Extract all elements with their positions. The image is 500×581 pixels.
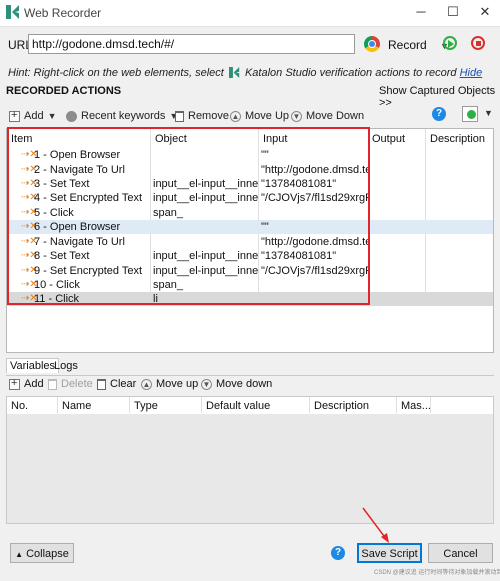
arrow-down-icon: ▼: [201, 378, 212, 390]
arrow-down-icon: ▼: [291, 110, 302, 122]
window-title: Web Recorder: [24, 6, 102, 20]
chrome-icon[interactable]: [364, 36, 380, 52]
add-variable-button[interactable]: Add: [9, 377, 44, 391]
hide-hint-link[interactable]: Hide: [460, 67, 483, 79]
stop-icon[interactable]: [471, 36, 485, 50]
collapse-button[interactable]: ▲ Collapse: [10, 543, 74, 563]
collapse-label: Collapse: [26, 548, 69, 560]
chevron-up-icon: ▲: [15, 550, 24, 559]
arrow-up-icon: ▲: [141, 378, 152, 390]
hint-text: Hint: Right-click on the web elements, s…: [8, 67, 482, 79]
move-up-button[interactable]: ▲ Move Up: [230, 108, 289, 124]
add-action-button[interactable]: Add ▼: [9, 108, 57, 124]
recorded-actions-title: RECORDED ACTIONS: [6, 85, 122, 97]
column-header-description[interactable]: Description: [314, 400, 369, 412]
play-icon[interactable]: [443, 36, 457, 50]
clear-label: Clear: [110, 378, 137, 390]
column-divider: [129, 397, 130, 413]
tab-logs[interactable]: Logs: [54, 360, 78, 372]
show-captured-objects-link[interactable]: Show Captured Objects >>: [379, 85, 500, 109]
variable-move-up-label: Move up: [156, 378, 199, 390]
column-divider: [57, 397, 58, 413]
move-down-label: Move Down: [306, 110, 365, 122]
help-icon[interactable]: ?: [432, 107, 446, 121]
watermark-text: CSDN @建议追 运行时间等待对象加载并滚动到元素: [374, 570, 500, 576]
close-window-button[interactable]: ✕: [474, 3, 496, 21]
chevron-down-icon[interactable]: ▼: [484, 108, 493, 118]
column-divider: [309, 397, 310, 413]
trash-icon: [48, 378, 57, 390]
column-divider: [430, 397, 431, 413]
column-header-masked[interactable]: Mas...: [401, 400, 431, 412]
variables-table-body: [7, 414, 493, 523]
clock-icon: [66, 110, 77, 122]
chevron-down-icon: ▼: [47, 111, 57, 121]
recent-keywords-label: Recent keywords: [81, 110, 166, 122]
column-divider: [396, 397, 397, 413]
hint-text-before: Hint: Right-click on the web elements, s…: [8, 67, 224, 79]
record-button[interactable]: Record ▼: [388, 38, 449, 52]
move-up-label: Move Up: [245, 110, 290, 122]
variable-move-up-button[interactable]: ▲ Move up: [141, 377, 198, 391]
trash-icon: [175, 110, 184, 122]
delete-variable-button[interactable]: Delete: [48, 377, 93, 391]
record-label: Record: [388, 38, 427, 52]
help-icon[interactable]: ?: [331, 546, 345, 560]
tab-variables[interactable]: Variables: [6, 358, 60, 373]
remove-label: Remove: [188, 110, 229, 122]
maximize-button[interactable]: ☐: [442, 3, 464, 21]
run-icon[interactable]: [462, 106, 478, 122]
add-label: Add: [24, 110, 44, 122]
column-divider: [201, 397, 202, 413]
highlight-annotation-box: [7, 127, 370, 305]
add-icon: [9, 109, 20, 122]
column-header-description[interactable]: Description: [430, 133, 485, 147]
clear-variables-button[interactable]: Clear: [97, 377, 136, 391]
save-script-button[interactable]: Save Script: [357, 543, 422, 563]
column-header-type[interactable]: Type: [134, 400, 158, 412]
katalon-logo-icon: [6, 5, 19, 19]
minimize-button[interactable]: ─: [410, 3, 432, 21]
hint-text-after: Katalon Studio verification actions to r…: [244, 67, 457, 79]
recent-keywords-button[interactable]: Recent keywords ▼: [66, 108, 178, 124]
add-variable-label: Add: [24, 378, 44, 390]
variable-move-down-label: Move down: [216, 378, 273, 390]
column-header-no[interactable]: No.: [11, 400, 28, 412]
katalon-logo-icon: [228, 67, 240, 78]
column-header-name[interactable]: Name: [62, 400, 91, 412]
column-header-default-value[interactable]: Default value: [206, 400, 270, 412]
delete-variable-label: Delete: [61, 378, 93, 390]
column-header-output[interactable]: Output: [372, 133, 405, 147]
variable-move-down-button[interactable]: ▼ Move down: [201, 377, 272, 391]
annotation-arrow: [362, 507, 389, 543]
move-down-button[interactable]: ▼ Move Down: [291, 108, 364, 124]
arrow-up-icon: ▲: [230, 110, 241, 122]
cancel-button[interactable]: Cancel: [428, 543, 493, 563]
trash-icon: [97, 378, 106, 390]
add-icon: [9, 377, 20, 390]
variables-tab-bar: [6, 358, 494, 376]
remove-action-button[interactable]: Remove: [175, 108, 229, 124]
url-input[interactable]: http://godone.dmsd.tech/#/: [28, 34, 355, 54]
